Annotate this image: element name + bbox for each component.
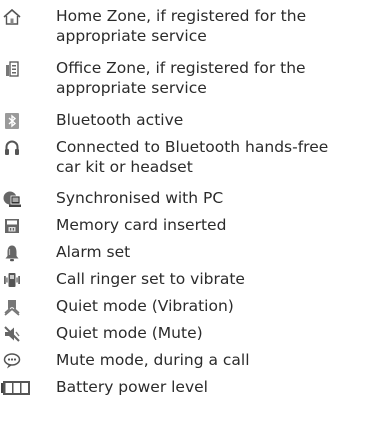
list-item-battery: Battery power level: [0, 377, 371, 417]
list-item-text: Connected to Bluetooth hands-free car ki…: [56, 138, 329, 176]
list-item-text: Alarm set: [56, 243, 131, 261]
list-item-text: Quiet mode (Vibration): [56, 297, 234, 315]
list-item-text: Call ringer set to vibrate: [56, 270, 245, 288]
list-item-text: Office Zone, if registered for the appro…: [56, 59, 306, 97]
list-item-text: Quiet mode (Mute): [56, 324, 203, 342]
home-zone-icon: [2, 7, 22, 27]
bluetooth-icon: [2, 111, 22, 131]
memory-card-icon: [2, 216, 22, 236]
list-item-text: Synchronised with PC: [56, 189, 224, 207]
list-item-text: Mute mode, during a call: [56, 351, 250, 369]
office-zone-icon: [2, 59, 22, 79]
vibrate-icon: [2, 270, 22, 290]
headset-icon: [2, 138, 22, 158]
list-item-text: Bluetooth active: [56, 111, 184, 129]
list-item-text: Memory card inserted: [56, 216, 227, 234]
call-mute-icon: [2, 351, 22, 371]
list-item-home-zone: Home Zone, if registered for the appropr…: [0, 6, 371, 46]
battery-icon: [1, 378, 31, 398]
list-item-headset: Connected to Bluetooth hands-free car ki…: [0, 137, 371, 177]
list-item-text: Battery power level: [56, 378, 208, 396]
quiet-vibration-icon: [2, 297, 22, 317]
pc-sync-icon: [2, 189, 22, 209]
quiet-mute-icon: [2, 324, 22, 344]
list-item-office-zone: Office Zone, if registered for the appro…: [0, 58, 371, 98]
alarm-icon: [2, 243, 22, 263]
list-item-text: Home Zone, if registered for the appropr…: [56, 7, 307, 45]
